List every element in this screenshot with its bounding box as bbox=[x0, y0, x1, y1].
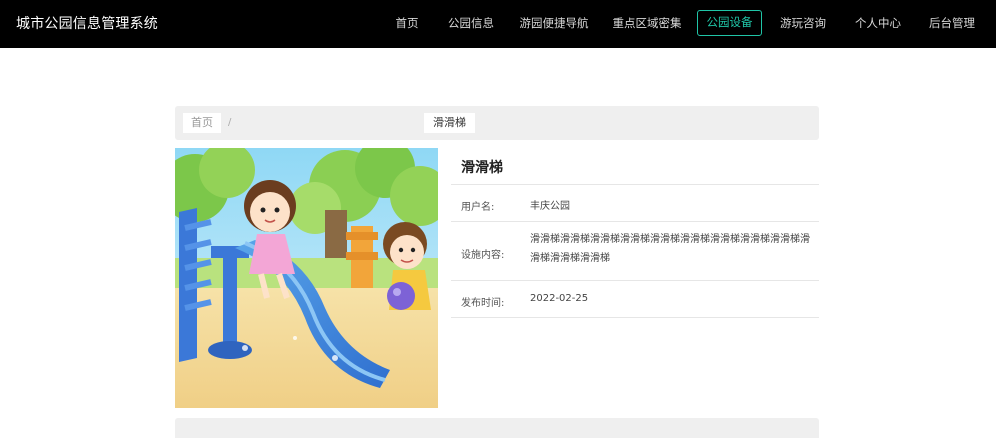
nav-item-visitor-consult[interactable]: 游玩咨询 bbox=[775, 10, 831, 36]
nav-item-personal-center[interactable]: 个人中心 bbox=[850, 10, 906, 36]
divider bbox=[451, 280, 819, 281]
breadcrumb: 首页 / 滑滑梯 bbox=[175, 106, 819, 140]
top-navbar: 城市公园信息管理系统 首页 公园信息 游园便捷导航 重点区域密集 公园设备 游玩… bbox=[0, 0, 996, 48]
nav-item-park-info[interactable]: 公园信息 bbox=[443, 10, 499, 36]
app-title: 城市公园信息管理系统 bbox=[16, 16, 158, 32]
field-value-username: 丰庆公园 bbox=[530, 201, 570, 212]
divider bbox=[451, 317, 819, 318]
divider bbox=[451, 221, 819, 222]
nav-item-home[interactable]: 首页 bbox=[389, 10, 425, 36]
field-value-content: 滑滑梯滑滑梯滑滑梯滑滑梯滑滑梯滑滑梯滑滑梯滑滑梯滑滑梯滑滑梯滑滑梯滑滑梯 bbox=[530, 234, 810, 264]
breadcrumb-separator: / bbox=[228, 117, 232, 128]
divider bbox=[451, 184, 819, 185]
nav-item-park-equipment[interactable]: 公园设备 bbox=[697, 10, 762, 36]
bottom-panel bbox=[175, 418, 819, 438]
nav-item-park-navigation[interactable]: 游园便捷导航 bbox=[515, 10, 593, 36]
field-label-publish-time: 发布时间: bbox=[461, 298, 505, 309]
nav-item-admin[interactable]: 后台管理 bbox=[924, 10, 980, 36]
breadcrumb-current: 滑滑梯 bbox=[424, 113, 475, 133]
breadcrumb-home-link[interactable]: 首页 bbox=[183, 113, 221, 133]
detail-title: 滑滑梯 bbox=[461, 160, 503, 176]
nav-item-crowded-areas[interactable]: 重点区域密集 bbox=[608, 10, 686, 36]
field-value-publish-time: 2022-02-25 bbox=[530, 293, 589, 304]
field-label-content: 设施内容: bbox=[461, 250, 505, 261]
field-label-username: 用户名: bbox=[461, 202, 495, 213]
equipment-image bbox=[175, 148, 438, 408]
